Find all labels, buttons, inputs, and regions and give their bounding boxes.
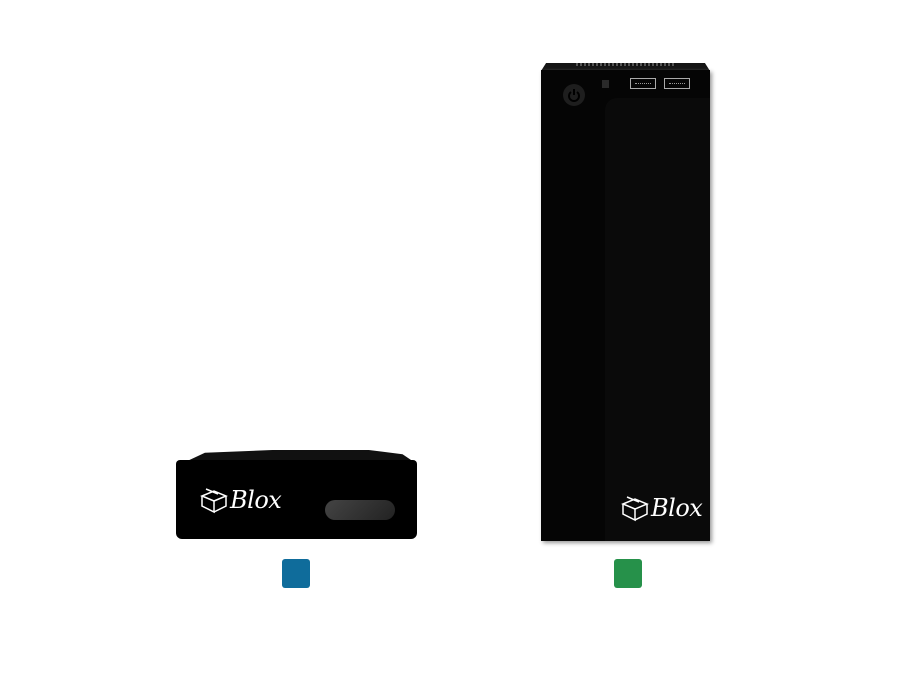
- color-swatch-green[interactable]: [614, 559, 642, 588]
- vents: [576, 63, 676, 66]
- usb-port-icon: [630, 78, 656, 89]
- box-logo-icon: [200, 488, 228, 514]
- front-panel: [605, 98, 710, 541]
- blox-logo: Blox: [621, 494, 703, 522]
- usb-port-icon: [664, 78, 690, 89]
- color-swatch-blue[interactable]: [282, 559, 310, 588]
- blox-logo: Blox: [200, 486, 282, 514]
- front-slot: [325, 500, 395, 520]
- device-front: Blox: [176, 460, 417, 539]
- brand-name: Blox: [651, 494, 703, 522]
- brand-name: Blox: [230, 486, 282, 514]
- led-indicator: [602, 80, 609, 88]
- small-blox-device-image: Blox: [176, 450, 417, 539]
- power-icon: [563, 84, 585, 106]
- box-logo-icon: [621, 496, 649, 522]
- tower-blox-device-image: Blox: [541, 63, 710, 541]
- device-front: Blox: [541, 70, 710, 541]
